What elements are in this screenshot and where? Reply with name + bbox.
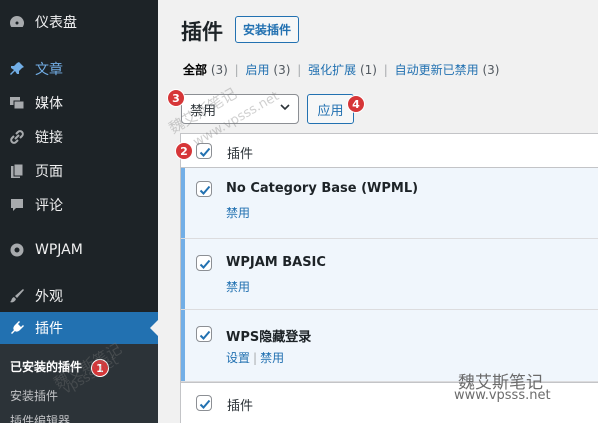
filter-separator: |	[234, 63, 239, 77]
menu-appearance[interactable]: 外观	[0, 280, 158, 312]
dashboard-icon	[9, 14, 25, 30]
plugin-icon	[9, 320, 25, 336]
menu-plugins[interactable]: 插件	[0, 312, 158, 344]
add-plugin-button[interactable]: 安装插件	[235, 16, 300, 43]
check-icon	[199, 185, 211, 195]
check-icon	[199, 259, 211, 269]
annotation-badge: 3	[167, 89, 185, 107]
table-row: WPJAM BASIC 禁用	[181, 239, 598, 310]
filter-separator: |	[297, 63, 302, 77]
settings-link[interactable]: 设置	[226, 351, 250, 365]
menu-label: 文章	[35, 62, 63, 78]
select-all-checkbox[interactable]	[196, 143, 212, 159]
filter-autoupdate-disabled[interactable]: 自动更新已禁用	[395, 63, 479, 77]
row-checkbox[interactable]	[196, 255, 212, 271]
plugin-actions: 设置 | 禁用	[226, 349, 284, 366]
page-title: 插件	[181, 20, 223, 44]
filter-all[interactable]: 全部	[183, 63, 207, 77]
menu-label: WPJAM	[35, 242, 83, 258]
deactivate-link[interactable]: 禁用	[226, 280, 250, 294]
apply-button[interactable]: 应用	[307, 94, 354, 124]
check-icon	[199, 330, 211, 340]
check-icon	[199, 147, 211, 157]
submenu-installed-plugins[interactable]: 已安装的插件	[10, 358, 82, 375]
menu-posts[interactable]: 文章	[0, 53, 158, 85]
menu-wpjam[interactable]: WPJAM	[0, 234, 158, 266]
plugin-name: WPJAM BASIC	[226, 255, 326, 270]
deactivate-link[interactable]: 禁用	[226, 206, 250, 220]
filter-active-count: (3)	[273, 63, 291, 77]
bulk-action-select[interactable]: 禁用	[181, 94, 299, 124]
menu-label: 仪表盘	[35, 15, 77, 31]
row-checkbox[interactable]	[196, 326, 212, 342]
deactivate-link[interactable]: 禁用	[260, 351, 284, 365]
media-icon	[9, 95, 25, 111]
menu-dashboard[interactable]: 仪表盘	[0, 6, 158, 38]
brush-icon	[9, 288, 25, 304]
table-header: 插件	[181, 134, 598, 168]
table-row: No Category Base (WPML) 禁用	[181, 168, 598, 239]
submenu-add-plugins[interactable]: 安装插件	[10, 387, 58, 404]
bulk-action-value: 禁用	[190, 103, 217, 119]
plugin-actions: 禁用	[226, 204, 250, 221]
select-all-checkbox-footer[interactable]	[196, 395, 212, 411]
column-plugin-footer: 插件	[227, 399, 254, 414]
action-separator: |	[253, 351, 258, 365]
filter-all-count: (3)	[210, 63, 228, 77]
link-icon	[9, 129, 25, 145]
filter-dropins-count: (1)	[359, 63, 377, 77]
filter-separator: |	[383, 63, 388, 77]
plugin-actions: 禁用	[226, 278, 250, 295]
comment-icon	[9, 197, 25, 213]
chevron-down-icon	[280, 104, 290, 111]
check-icon	[199, 399, 211, 409]
watermark-url: www.vpsss.net	[454, 388, 551, 403]
plugin-name: No Category Base (WPML)	[226, 181, 419, 196]
annotation-badge: 4	[347, 95, 365, 113]
annotation-badge: 2	[175, 142, 193, 160]
menu-label: 页面	[35, 164, 63, 180]
menu-pages[interactable]: 页面	[0, 155, 158, 187]
page-icon	[9, 163, 25, 179]
status-filters: 全部 (3) | 启用 (3) | 强化扩展 (1) | 自动更新已禁用 (3)	[183, 61, 499, 78]
pin-icon	[9, 61, 25, 77]
wpjam-icon	[9, 242, 25, 258]
filter-dropins[interactable]: 强化扩展	[308, 63, 356, 77]
admin-sidebar: 仪表盘 文章 媒体 链接 页面 评论 WPJAM 外观 插件 已安装的插件 安装…	[0, 0, 158, 423]
filter-autoupdate-count: (3)	[482, 63, 500, 77]
menu-label: 媒体	[35, 96, 63, 112]
menu-label: 插件	[35, 321, 63, 337]
menu-links[interactable]: 链接	[0, 121, 158, 153]
filter-active[interactable]: 启用	[246, 63, 270, 77]
menu-label: 链接	[35, 130, 63, 146]
plugins-submenu: 已安装的插件 安装插件 插件编辑器	[0, 344, 158, 423]
row-checkbox[interactable]	[196, 181, 212, 197]
menu-media[interactable]: 媒体	[0, 87, 158, 119]
menu-comments[interactable]: 评论	[0, 189, 158, 221]
submenu-plugin-editor[interactable]: 插件编辑器	[10, 412, 70, 423]
annotation-badge: 1	[91, 359, 109, 377]
column-plugin: 插件	[227, 147, 254, 162]
plugin-name: WPS隐藏登录	[226, 330, 312, 345]
menu-label: 评论	[35, 198, 63, 214]
menu-label: 外观	[35, 289, 63, 305]
